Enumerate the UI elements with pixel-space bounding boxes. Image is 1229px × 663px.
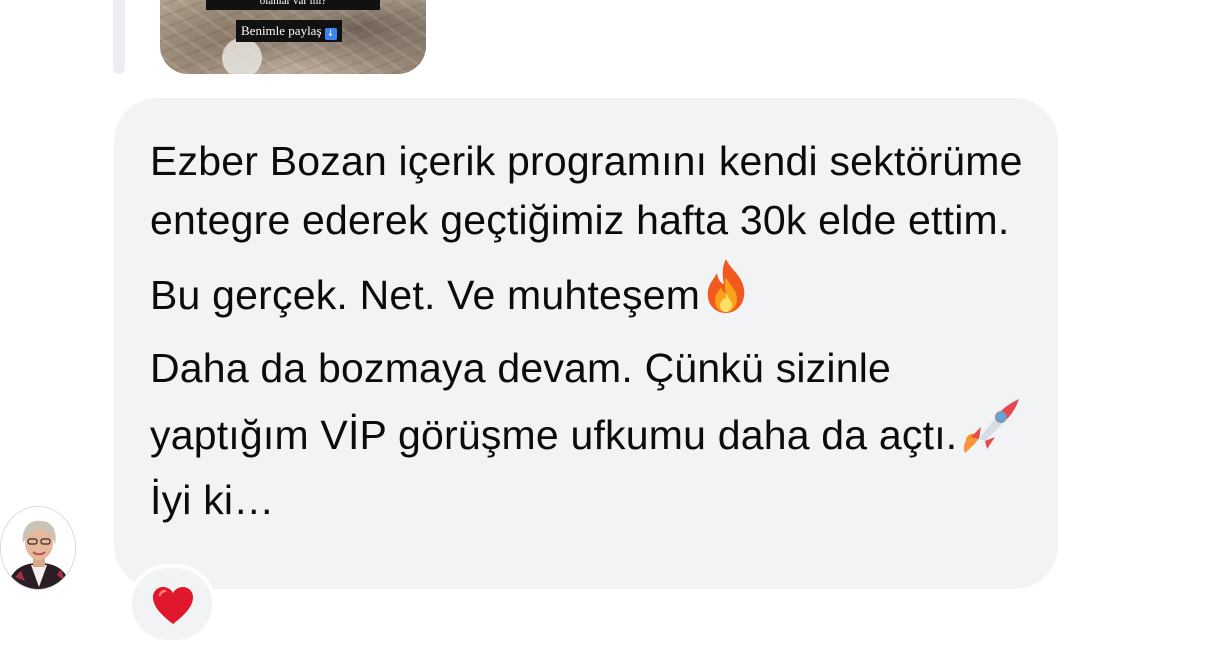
profile-photo-icon [1,507,75,589]
fire-icon [700,257,752,331]
story-figure [222,38,262,74]
message-paragraph-3a-text: Daha da bozmaya devam. Çünkü sizinle yap… [150,344,958,459]
story-share-label: Benimle paylaş [241,23,322,38]
message-paragraph-1: Ezber Bozan içerik programını kendi sekt… [150,138,1023,243]
replied-story-thumbnail[interactable]: olanlar var mı? Benimle paylaş ↓ [160,0,426,74]
down-arrow-icon: ↓ [324,28,337,40]
message-paragraph-2: Bu gerçek. Net. Ve muhteşem [150,257,1030,331]
story-share-sticker: Benimle paylaş ↓ [236,20,342,42]
message-paragraph-3: Daha da bozmaya devam. Çünkü sizinle yap… [150,339,1030,530]
sender-avatar[interactable] [0,506,76,590]
reply-quote-bar [113,0,125,74]
rocket-icon [957,397,1023,471]
red-heart-icon [153,587,193,624]
story-caption: olanlar var mı? [206,0,380,10]
direct-message-thread: olanlar var mı? Benimle paylaş ↓ Ezber Bo… [0,0,1229,663]
message-text: Ezber Bozan içerik programını kendi sekt… [150,132,1030,529]
message-reaction[interactable] [128,564,216,644]
message-paragraph-3b-text: İyi ki… [150,476,275,523]
message-paragraph-2-text: Bu gerçek. Net. Ve muhteşem [150,272,701,318]
